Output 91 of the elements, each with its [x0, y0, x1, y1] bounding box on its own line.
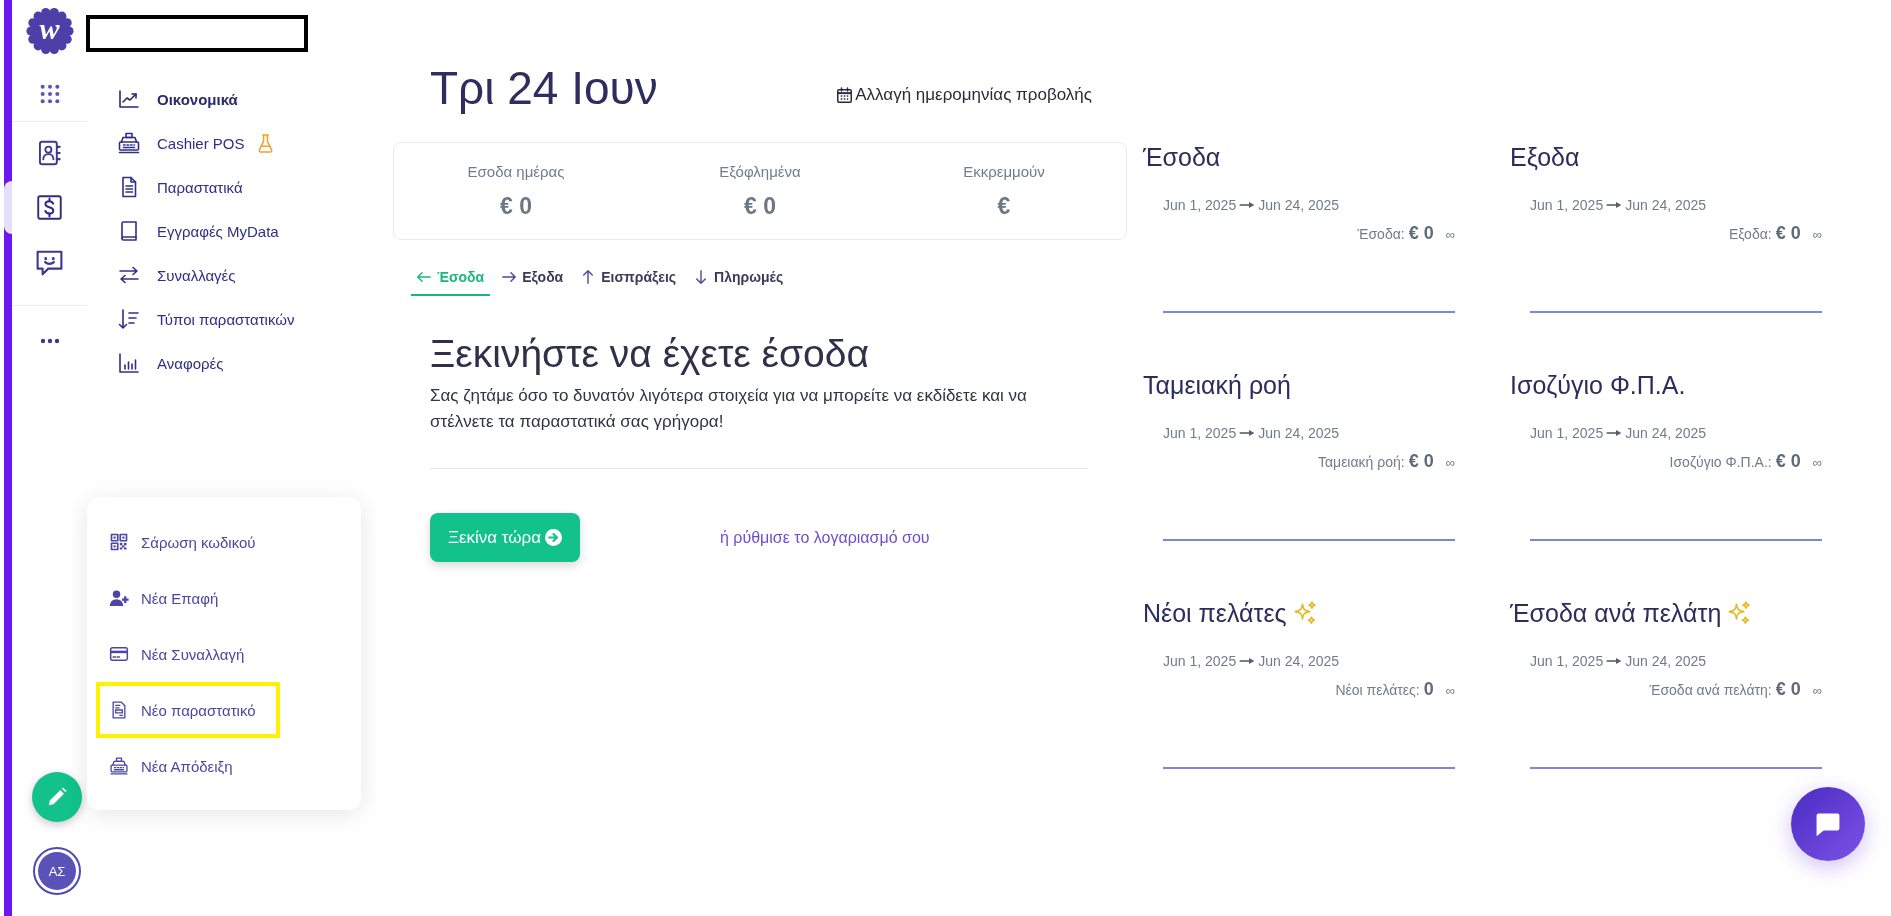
empty-state-text: Σας ζητάμε όσο το δυνατόν λιγότερα στοιχεία για να μπορείτε να εκδίδετε και να στέλνετε τα παραστατικά σας γρήγορα! [430, 385, 1028, 433]
date-range-start: Jun 1, 2025 [1163, 652, 1237, 671]
arrow-right-icon [1606, 429, 1623, 437]
date-range-start: Jun 1, 2025 [1163, 424, 1237, 443]
pencil-icon [46, 786, 68, 808]
date-range-start: Jun 1, 2025 [1530, 196, 1604, 215]
date-range-end: Jun 24, 2025 [1625, 424, 1707, 443]
trend-symbol: ∞ [1812, 226, 1822, 244]
date-range-end: Jun 24, 2025 [1625, 196, 1707, 215]
trend-symbol: ∞ [1812, 454, 1822, 472]
date-range-start: Jun 1, 2025 [1530, 652, 1604, 671]
menu-item[interactable]: Σάρωση κωδικού [96, 514, 280, 570]
dollar-icon[interactable] [36, 194, 63, 221]
nav-item[interactable]: Cashier POS [117, 121, 273, 165]
apps-grid-icon[interactable] [38, 82, 61, 105]
summary-value: 0 [1423, 678, 1434, 701]
arrow-up-icon [581, 270, 596, 284]
cash-register-icon [109, 756, 129, 776]
trend-chart-icon [117, 87, 141, 111]
summary-value: € 0 [1775, 678, 1801, 701]
bar-chart-icon [117, 351, 141, 375]
user-avatar[interactable]: ΑΣ [33, 847, 81, 895]
summary-label: Έσοδα: [1357, 225, 1405, 244]
arrow-right-icon [1239, 429, 1256, 437]
trend-symbol: ∞ [1812, 682, 1822, 700]
credit-card-icon [109, 644, 129, 664]
sort-descending-icon [117, 307, 141, 331]
widget-title: Έσοδα ανά πελάτη [1510, 598, 1722, 629]
nav-item[interactable]: Οικονομικά [117, 77, 238, 121]
arrow-right-icon [1606, 201, 1623, 209]
arrow-right-icon [502, 270, 517, 284]
cash-register-icon [117, 131, 141, 155]
widget-title: Ισοζύγιο Φ.Π.Α. [1510, 370, 1686, 401]
date-range-end: Jun 24, 2025 [1258, 424, 1340, 443]
tab[interactable]: Πληρωμές [688, 264, 790, 296]
chat-bubble-icon [1815, 811, 1841, 837]
menu-item[interactable]: Νέο παραστατικό [96, 682, 280, 738]
change-date-link[interactable]: Αλλαγή ημερομηνίας προβολής [837, 85, 1092, 105]
nav-item[interactable]: Εγγραφές MyData [117, 209, 279, 253]
summary-value: € 0 [1775, 450, 1801, 473]
widget-title: Νέοι πελάτες [1143, 598, 1287, 629]
nav-item[interactable]: Αναφορές [117, 341, 224, 385]
nav-item[interactable]: Τύποι παραστατικών [117, 297, 295, 341]
trend-symbol: ∞ [1445, 682, 1455, 700]
date-range-start: Jun 1, 2025 [1530, 424, 1604, 443]
stat-value: € 0 [500, 192, 532, 220]
account-settings-link[interactable]: ή ρύθμισε το λογαριασμό σου [720, 528, 930, 547]
summary-label: Νέοι πελάτες: [1335, 681, 1420, 700]
summary-label: Εξοδα: [1728, 225, 1772, 244]
arrow-right-icon [1239, 201, 1256, 209]
active-item-indicator [4, 181, 12, 234]
summary-value: € 0 [1408, 450, 1434, 473]
more-dots-icon[interactable] [39, 337, 60, 344]
date-range-end: Jun 24, 2025 [1625, 652, 1707, 671]
arrow-left-icon [417, 270, 431, 284]
calendar-icon [837, 87, 853, 103]
date-range-end: Jun 24, 2025 [1258, 196, 1340, 215]
stat-label: Εκκρεμμούν [963, 162, 1045, 182]
arrow-circle-icon [545, 529, 563, 546]
app-logo: w [25, 7, 74, 55]
tab[interactable]: Εισπράξεις [575, 264, 683, 296]
trend-symbol: ∞ [1445, 226, 1455, 244]
current-date-heading: Τρι 24 Ιουν [430, 61, 658, 115]
arrow-right-icon [1606, 657, 1623, 665]
summary-label: Ταμειακή ροή: [1317, 453, 1405, 472]
stat-label: Εσοδα ημέρας [467, 162, 565, 182]
date-range-start: Jun 1, 2025 [1163, 196, 1237, 215]
add-user-icon [109, 588, 129, 608]
menu-item[interactable]: Νέα Επαφή [96, 570, 243, 626]
empty-state-heading: Ξεκινήστε να έχετε έσοδα [430, 331, 870, 377]
widget-title: Έσοδα [1143, 142, 1221, 173]
date-range-end: Jun 24, 2025 [1258, 652, 1340, 671]
arrow-down-icon [694, 270, 709, 284]
summary-value: € 0 [1775, 222, 1801, 245]
menu-item[interactable]: Νέα Συναλλαγή [96, 626, 269, 682]
summary-label: Ισοζύγιο Φ.Π.Α.: [1669, 453, 1772, 472]
stat-value: € 0 [744, 192, 776, 220]
summary-value: € 0 [1408, 222, 1434, 245]
stat-value: € [997, 192, 1011, 220]
chat-button[interactable] [1791, 787, 1865, 861]
menu-item[interactable]: Νέα Απόδειξη [96, 738, 257, 794]
trend-symbol: ∞ [1445, 454, 1455, 472]
arrow-right-icon [1239, 657, 1256, 665]
tab[interactable]: Εξοδα [496, 264, 570, 296]
qr-code-icon [109, 532, 129, 552]
widget-title: Ταμειακή ροή [1143, 370, 1291, 401]
stat-label: Εξόφλημένα [719, 162, 801, 182]
widget-title: Εξοδα [1510, 142, 1580, 173]
summary-label: Έσοδα ανά πελάτη: [1649, 681, 1772, 700]
nav-item[interactable]: Συναλλαγές [117, 253, 236, 297]
nav-item[interactable]: Παραστατικά [117, 165, 243, 209]
